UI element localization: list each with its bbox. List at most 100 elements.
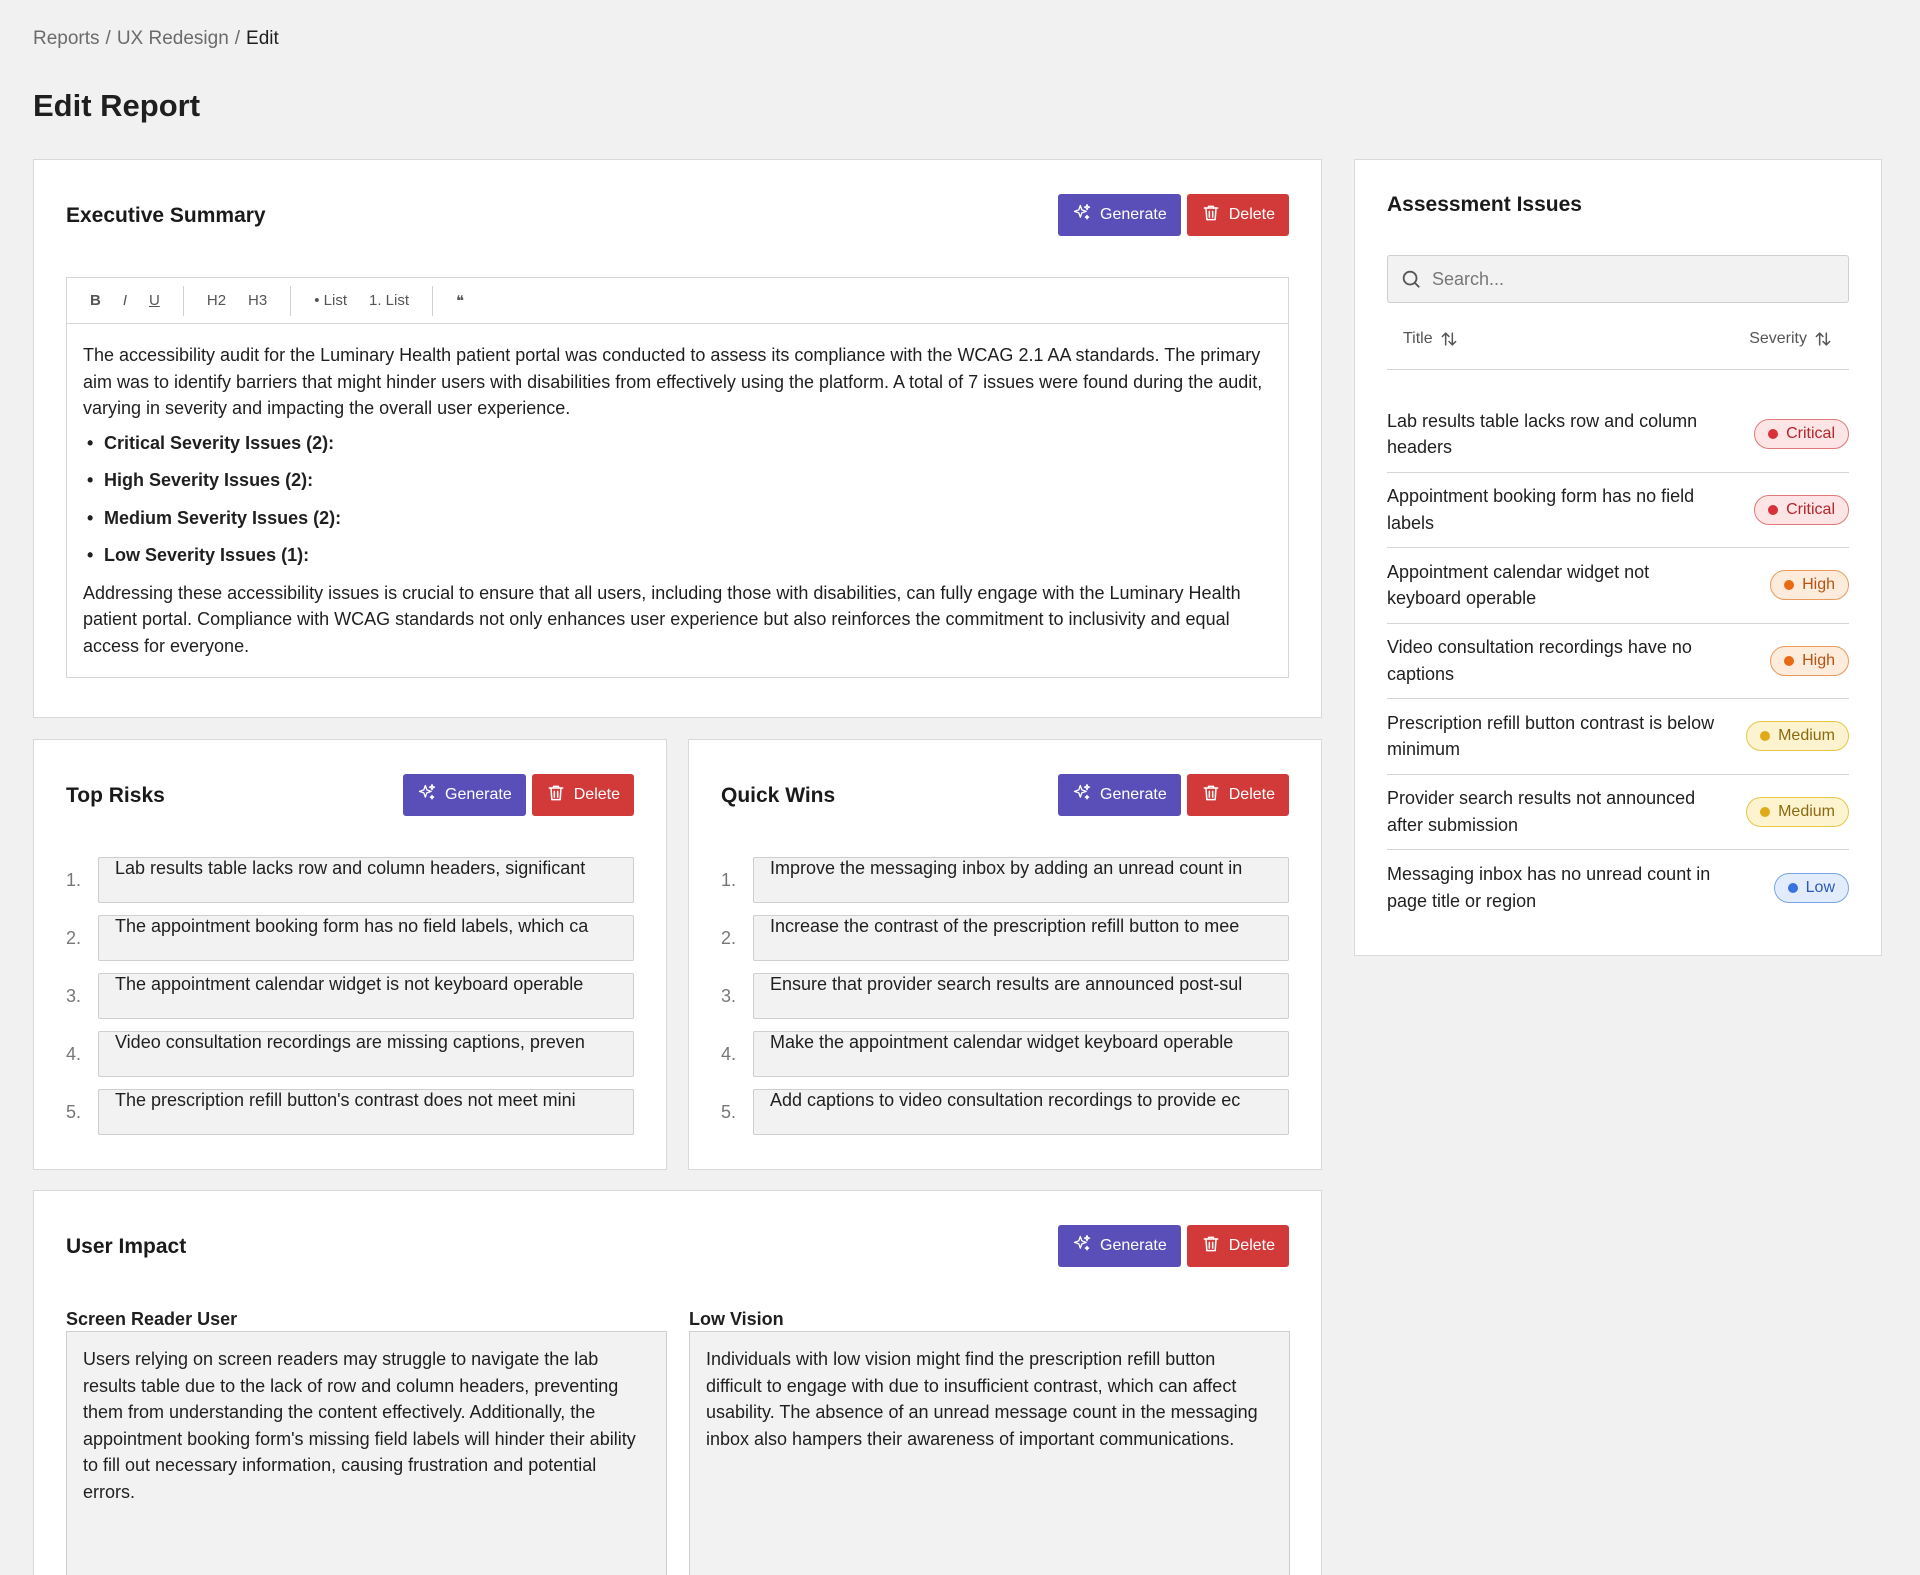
sparkle-icon <box>1072 203 1092 228</box>
table-row[interactable]: Appointment booking form has no field la… <box>1387 473 1849 548</box>
summary-paragraph: Addressing these accessibility issues is… <box>83 582 1241 656</box>
win-input[interactable]: Make the appointment calendar widget key… <box>753 1031 1289 1077</box>
severity-label: Critical <box>1786 500 1835 518</box>
delete-button[interactable]: Delete <box>1186 194 1289 236</box>
list-item: Critical Severity Issues (2): <box>87 430 1272 457</box>
sort-icon <box>1815 331 1831 346</box>
table-header: Title Severity <box>1387 308 1849 370</box>
issues-list: Lab results table lacks row and column h… <box>1387 397 1849 926</box>
severity-dot <box>1787 882 1798 893</box>
user-impact-card: User Impact Generate Delete Screen Reade… <box>33 1190 1322 1575</box>
toolbar-divider <box>182 285 184 316</box>
page-title: Edit Report <box>33 88 201 123</box>
breadcrumb-current: Edit <box>246 28 279 49</box>
executive-summary-card: Executive Summary Generate Delete B I U … <box>33 159 1322 718</box>
editor-content[interactable]: The accessibility audit for the Luminary… <box>67 324 1288 677</box>
table-row[interactable]: Video consultation recordings have no ca… <box>1387 624 1849 699</box>
win-input[interactable]: Improve the messaging inbox by adding an… <box>753 857 1289 903</box>
table-row[interactable]: Messaging inbox has no unread count in p… <box>1387 850 1849 926</box>
severity-label: Medium <box>1778 802 1835 820</box>
table-row[interactable]: Appointment calendar widget not keyboard… <box>1387 548 1849 624</box>
sparkle-icon <box>417 783 437 808</box>
list-item: High Severity Issues (2): <box>87 467 1272 494</box>
list-item: 5. Add captions to video consultation rec… <box>721 1089 1289 1135</box>
card-title: Executive Summary <box>66 204 266 227</box>
h2-button[interactable]: H2 <box>196 292 237 309</box>
issue-title: Appointment booking form has no field la… <box>1387 486 1695 533</box>
card-title: Assessment Issues <box>1387 193 1582 216</box>
search-input[interactable] <box>1432 268 1812 290</box>
trash-icon <box>1201 203 1221 228</box>
search-box <box>1387 255 1849 303</box>
list-item: 4. Video consultation recordings are miss… <box>66 1031 634 1077</box>
generate-button[interactable]: Generate <box>1058 194 1181 236</box>
trash-icon <box>546 783 566 808</box>
severity-dot <box>1784 655 1795 666</box>
card-title: User Impact <box>66 1235 187 1258</box>
risk-input[interactable]: The prescription refill button's contras… <box>98 1089 634 1135</box>
breadcrumb-reports[interactable]: Reports <box>33 28 100 49</box>
bullet-list-button[interactable]: • List <box>303 292 358 309</box>
delete-button[interactable]: Delete <box>1186 774 1289 816</box>
issue-title: Messaging inbox has no unread count in p… <box>1387 864 1711 911</box>
italic-button[interactable]: I <box>112 292 138 309</box>
trash-icon <box>1201 1234 1221 1259</box>
breadcrumb-ux-redesign[interactable]: UX Redesign <box>117 28 229 49</box>
search-icon <box>1402 270 1420 288</box>
risk-input[interactable]: The appointment booking form has no fiel… <box>98 915 634 961</box>
delete-button[interactable]: Delete <box>531 774 634 816</box>
severity-badge: High <box>1770 570 1849 601</box>
risk-input[interactable]: The appointment calendar widget is not k… <box>98 973 634 1019</box>
win-input[interactable]: Add captions to video consultation recor… <box>753 1089 1289 1135</box>
severity-label: Critical <box>1786 425 1835 443</box>
rich-text-editor: B I U H2 H3 • List 1. List ❝ The accessi… <box>66 277 1289 678</box>
issue-title: Prescription refill button contrast is b… <box>1387 712 1715 760</box>
delete-button[interactable]: Delete <box>1186 1225 1289 1267</box>
assessment-issues-card: Assessment Issues Title Severity Lab res… <box>1354 159 1882 956</box>
list-item: 1. Lab results table lacks row and column… <box>66 857 634 903</box>
severity-dot <box>1784 580 1795 591</box>
sparkle-icon <box>1072 783 1092 808</box>
numbered-list-button[interactable]: 1. List <box>358 292 420 309</box>
generate-button[interactable]: Generate <box>1058 774 1181 816</box>
low-vision-textarea[interactable]: Individuals with low vision might find t… <box>689 1331 1290 1575</box>
trash-icon <box>1201 783 1221 808</box>
issue-title: Video consultation recordings have no ca… <box>1387 637 1692 684</box>
table-row[interactable]: Prescription refill button contrast is b… <box>1387 699 1849 775</box>
severity-label: High <box>1802 576 1835 594</box>
underline-button[interactable]: U <box>138 292 171 309</box>
list-item: Medium Severity Issues (2): <box>87 505 1272 532</box>
list-item: 2. The appointment booking form has no fi… <box>66 915 634 961</box>
severity-badge: High <box>1770 645 1849 676</box>
screen-reader-textarea[interactable]: Users relying on screen readers may stru… <box>66 1331 667 1575</box>
title-column-header[interactable]: Title <box>1387 329 1475 349</box>
win-input[interactable]: Increase the contrast of the prescriptio… <box>753 915 1289 961</box>
top-risks-card: Top Risks Generate Delete 1. Lab results … <box>33 739 667 1170</box>
h3-button[interactable]: H3 <box>237 292 278 309</box>
severity-dot <box>1768 429 1779 440</box>
risk-input[interactable]: Lab results table lacks row and column h… <box>98 857 634 903</box>
generate-button[interactable]: Generate <box>1058 1225 1181 1267</box>
toolbar-divider <box>432 285 434 316</box>
risk-input[interactable]: Video consultation recordings are missin… <box>98 1031 634 1077</box>
win-input[interactable]: Ensure that provider search results are … <box>753 973 1289 1019</box>
generate-button[interactable]: Generate <box>403 774 526 816</box>
quick-wins-card: Quick Wins Generate Delete 1. Improve the… <box>688 739 1322 1170</box>
table-row[interactable]: Provider search results not announced af… <box>1387 775 1849 850</box>
quote-button[interactable]: ❝ <box>445 292 475 310</box>
issue-title: Provider search results not announced af… <box>1387 788 1696 835</box>
list-item: 2. Increase the contrast of the prescript… <box>721 915 1289 961</box>
breadcrumb: Reports / UX Redesign / Edit <box>33 28 279 49</box>
low-vision-label: Low Vision <box>689 1309 784 1329</box>
list-item: 5. The prescription refill button's contr… <box>66 1089 634 1135</box>
list-item: Low Severity Issues (1): <box>87 542 1272 569</box>
severity-column-header[interactable]: Severity <box>1733 329 1849 349</box>
severity-badge: Critical <box>1754 419 1849 450</box>
summary-paragraph: The accessibility audit for the Luminary… <box>83 345 1263 418</box>
quick-wins-list: 1. Improve the messaging inbox by adding … <box>721 857 1289 1147</box>
table-row[interactable]: Lab results table lacks row and column h… <box>1387 397 1849 473</box>
severity-list: Critical Severity Issues (2): High Sever… <box>87 430 1272 569</box>
severity-badge: Low <box>1773 872 1849 903</box>
bold-button[interactable]: B <box>79 292 112 309</box>
severity-label: High <box>1802 651 1835 669</box>
